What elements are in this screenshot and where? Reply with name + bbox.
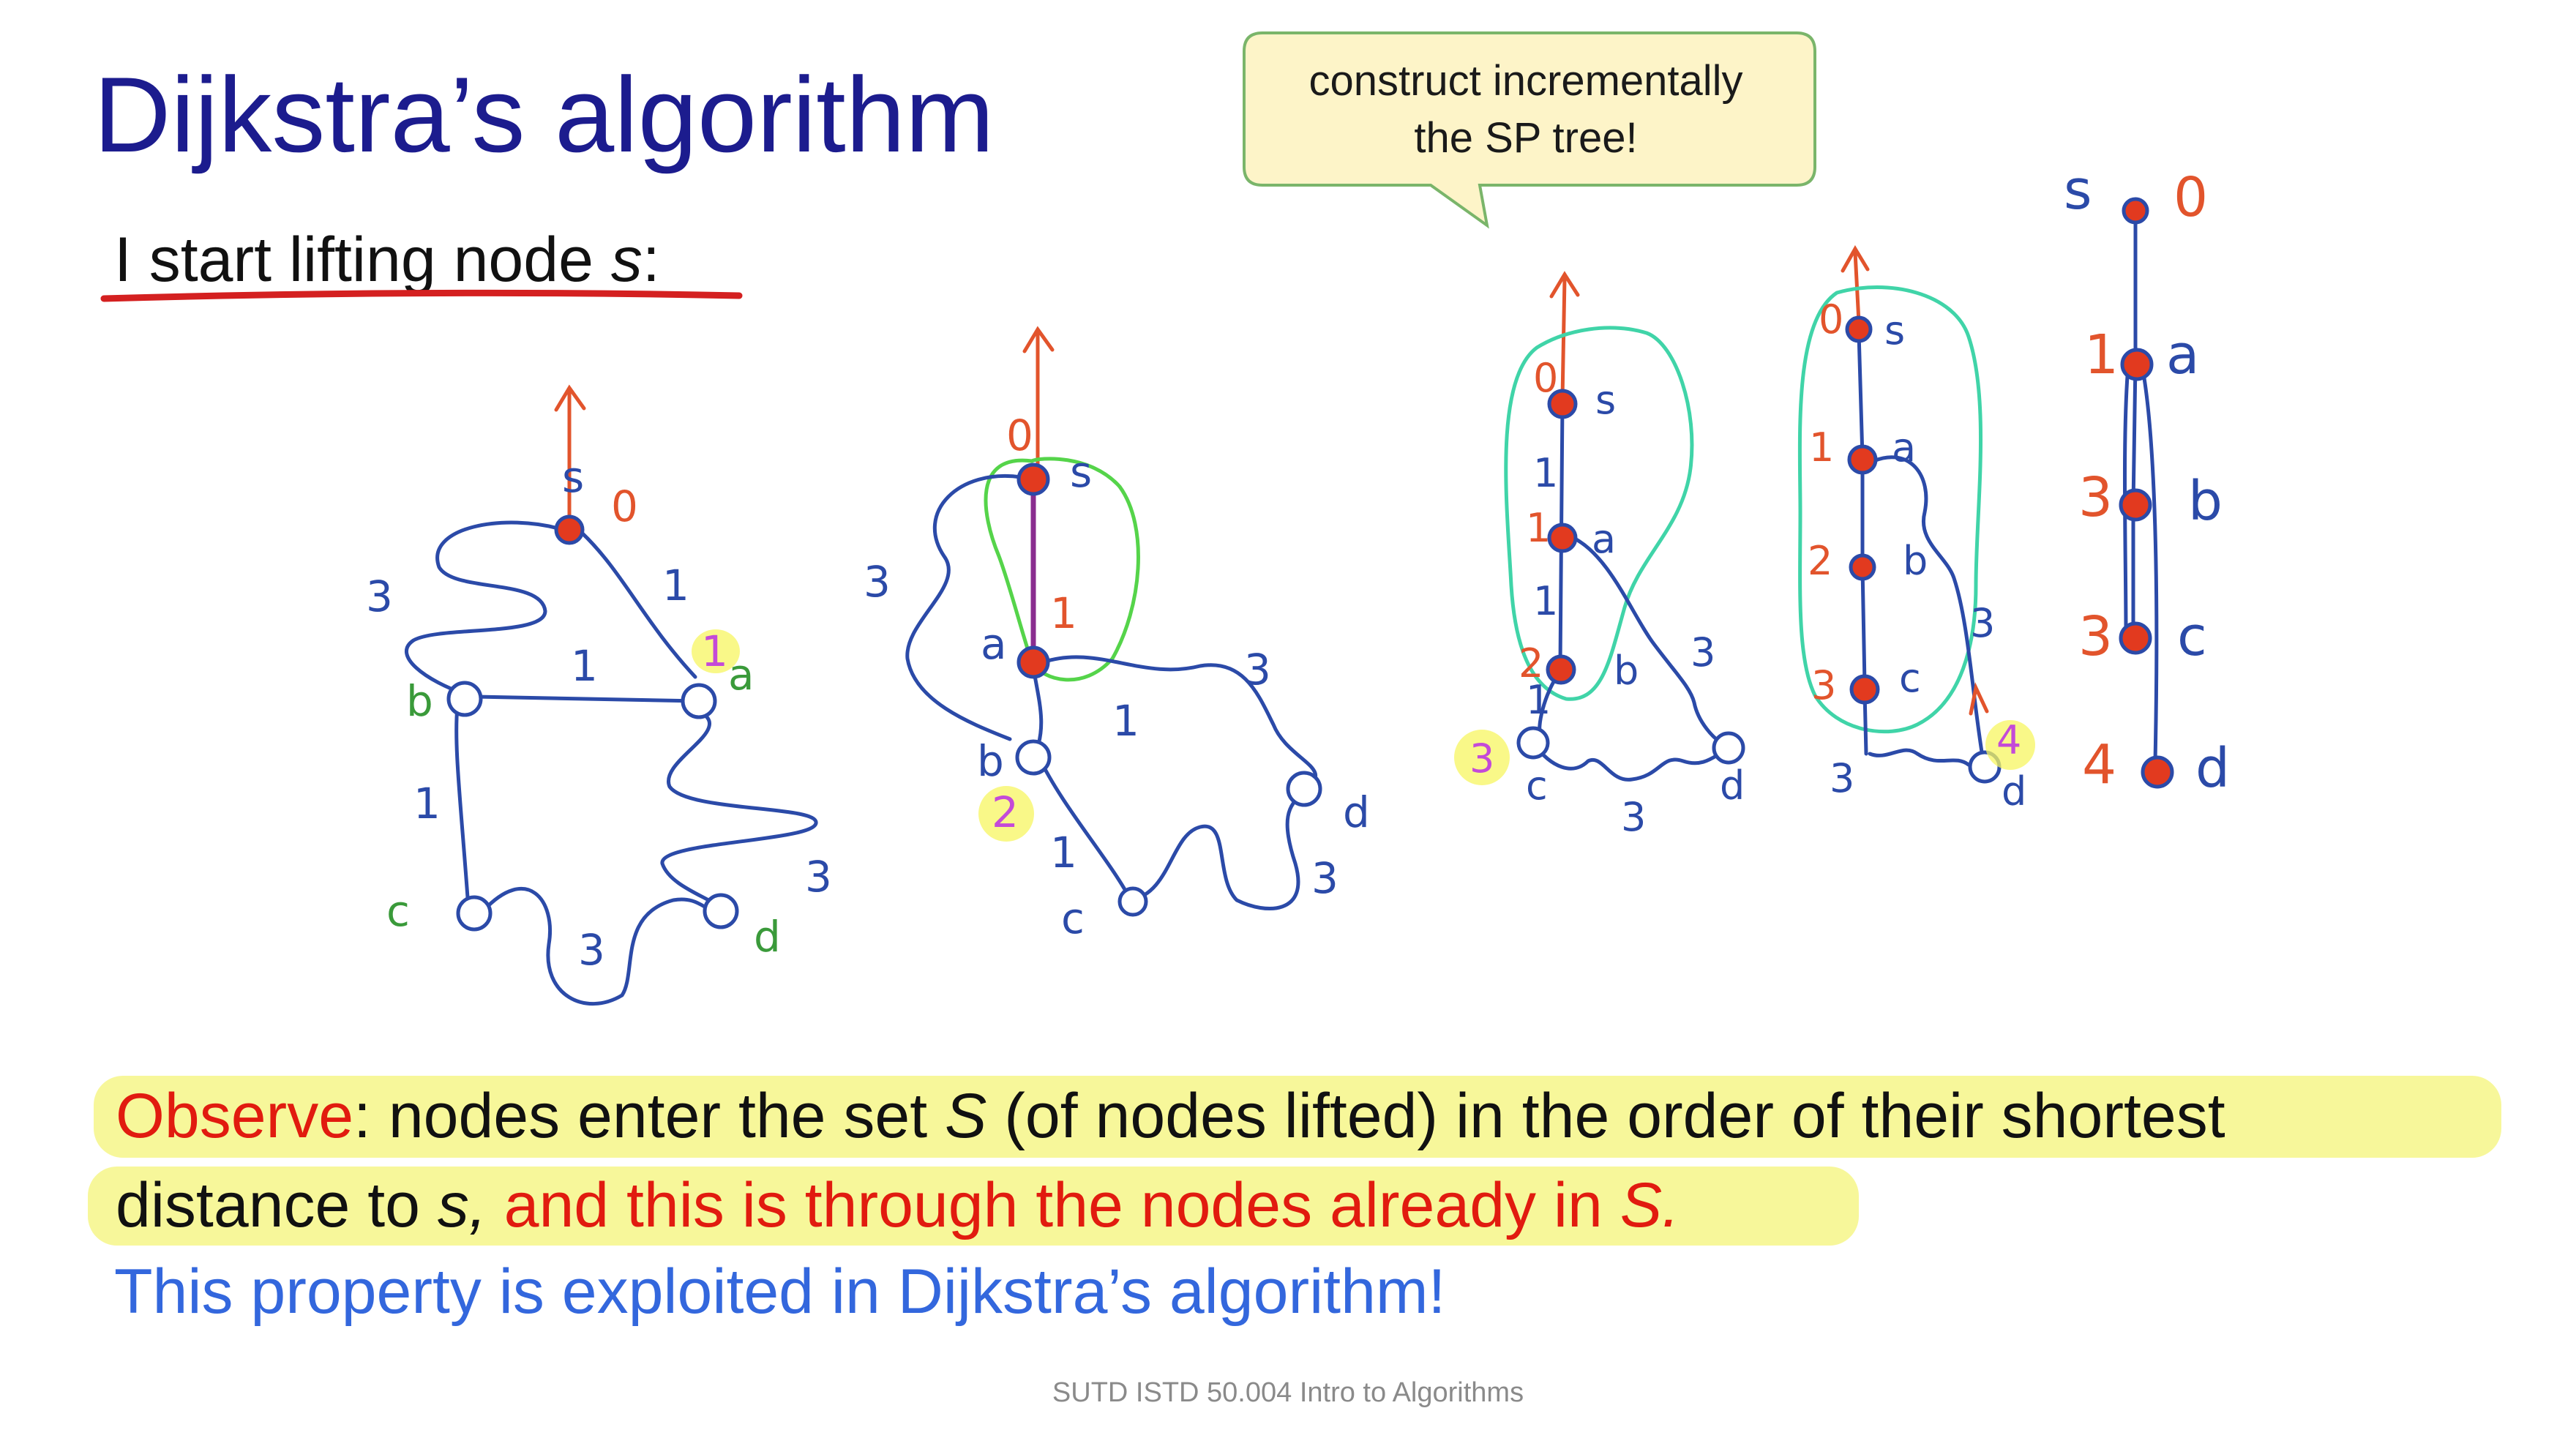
g4-node-a: a bbox=[1892, 424, 1916, 471]
g1-w-bc: 1 bbox=[413, 779, 441, 828]
g2-node-c: c bbox=[1061, 894, 1085, 943]
g4-dist-s: 0 bbox=[1819, 296, 1843, 342]
graph-5-labels: s a b c d 0 1 3 3 4 bbox=[2064, 159, 2230, 800]
g4-w-cd: 3 bbox=[1830, 755, 1854, 801]
g1-dist-s: 0 bbox=[611, 482, 638, 531]
g2-w-bc: 1 bbox=[1050, 828, 1077, 877]
g3-dist-s: 0 bbox=[1533, 355, 1558, 401]
g5-node-d: d bbox=[2195, 737, 2230, 800]
g1-w-cd: 3 bbox=[578, 925, 605, 975]
g1-w-ad: 3 bbox=[805, 852, 832, 902]
g2-node-d: d bbox=[1343, 787, 1370, 837]
g1-node-s: s bbox=[562, 452, 584, 502]
property-line: This property is exploited in Dijkstra’s… bbox=[114, 1257, 1446, 1327]
graph-2 bbox=[905, 326, 1317, 910]
g2-w-sb: 3 bbox=[864, 557, 891, 607]
g1-node-d: d bbox=[754, 912, 781, 962]
g3-node-b: b bbox=[1614, 648, 1639, 694]
g4-dist-b: 2 bbox=[1808, 538, 1832, 584]
g3-w-ad: 3 bbox=[1690, 629, 1715, 675]
graph-5-nodes bbox=[2119, 197, 2174, 789]
g1-node-a: a bbox=[728, 650, 755, 700]
observe-set-name: S bbox=[945, 1081, 987, 1151]
g2-dist-s: 0 bbox=[1006, 411, 1033, 460]
g4-w-ad: 3 bbox=[1970, 600, 1995, 646]
observe-word: Observe bbox=[116, 1081, 354, 1151]
g2-node-a: a bbox=[981, 619, 1007, 669]
g1-w-ba: 1 bbox=[571, 641, 598, 691]
graph-4-nodes bbox=[1845, 315, 2035, 784]
observe-line-2-S: S. bbox=[1620, 1170, 1680, 1240]
g4-node-c: c bbox=[1899, 655, 1921, 701]
g5-dist-a: 1 bbox=[2084, 323, 2119, 386]
observe-line-1-rest: : nodes enter the set bbox=[353, 1081, 946, 1151]
observe-line-1-tail: (of nodes lifted) in the order of their … bbox=[986, 1081, 2225, 1151]
g4-node-b: b bbox=[1903, 538, 1928, 584]
g1-node-b: b bbox=[406, 676, 433, 726]
g4-dist-a: 1 bbox=[1809, 424, 1834, 471]
g4-node-s: s bbox=[1884, 307, 1905, 353]
g3-w-sa: 1 bbox=[1533, 450, 1558, 496]
g3-node-c: c bbox=[1526, 763, 1548, 809]
g4-node-d: d bbox=[2002, 768, 2026, 815]
g3-w-cd: 3 bbox=[1621, 794, 1646, 840]
g2-w-cd: 3 bbox=[1311, 853, 1338, 903]
graph-3-nodes bbox=[1454, 389, 1745, 785]
observe-line-2-red: and this is through the nodes already in bbox=[486, 1170, 1620, 1240]
g5-node-a: a bbox=[2166, 323, 2199, 386]
g5-dist-d: 4 bbox=[2082, 733, 2116, 796]
g1-w-sa: 1 bbox=[662, 561, 689, 610]
footer: SUTD ISTD 50.004 Intro to Algorithms bbox=[1052, 1377, 1524, 1408]
observe-line-2: distance to s, and this is through the n… bbox=[116, 1174, 1680, 1237]
g1-w-sb: 3 bbox=[366, 572, 393, 621]
g2-dist-a: 1 bbox=[1050, 588, 1077, 638]
g5-node-c: c bbox=[2177, 605, 2207, 668]
g2-node-b: b bbox=[977, 736, 1004, 786]
observe-line-2-s: s, bbox=[437, 1170, 487, 1240]
g1-node-c: c bbox=[386, 886, 410, 936]
graph-1-nodes bbox=[446, 514, 740, 932]
observe-line-1: Observe: nodes enter the set S (of nodes… bbox=[116, 1085, 2225, 1147]
g2-w-ad: 3 bbox=[1244, 645, 1271, 694]
graph-5 bbox=[2122, 210, 2159, 763]
g5-node-s: s bbox=[2064, 159, 2092, 222]
g2-dist-b: 2 bbox=[992, 787, 1019, 837]
g3-w-bc: 1 bbox=[1526, 677, 1551, 723]
g3-node-a: a bbox=[1592, 516, 1616, 562]
g3-dist-a: 1 bbox=[1526, 505, 1551, 551]
g4-dist-c: 3 bbox=[1811, 662, 1836, 708]
g5-dist-s: 0 bbox=[2174, 166, 2208, 229]
g1-dist-a: 1 bbox=[701, 626, 728, 676]
g2-node-s: s bbox=[1070, 447, 1092, 497]
g5-dist-c: 3 bbox=[2078, 605, 2113, 668]
g2-w-ab: 1 bbox=[1112, 696, 1139, 746]
g3-w-ab: 1 bbox=[1533, 578, 1558, 624]
g5-dist-b: 3 bbox=[2078, 466, 2113, 529]
graph-1-labels: s a b c d 0 1 3 1 1 1 3 3 bbox=[366, 452, 832, 975]
g3-node-d: d bbox=[1720, 763, 1745, 809]
g5-node-b: b bbox=[2188, 470, 2223, 533]
g4-dist-d: 4 bbox=[1996, 717, 2021, 763]
g3-node-s: s bbox=[1595, 377, 1616, 423]
g3-dist-c: 3 bbox=[1469, 735, 1494, 782]
observe-line-2-start: distance to bbox=[116, 1170, 438, 1240]
